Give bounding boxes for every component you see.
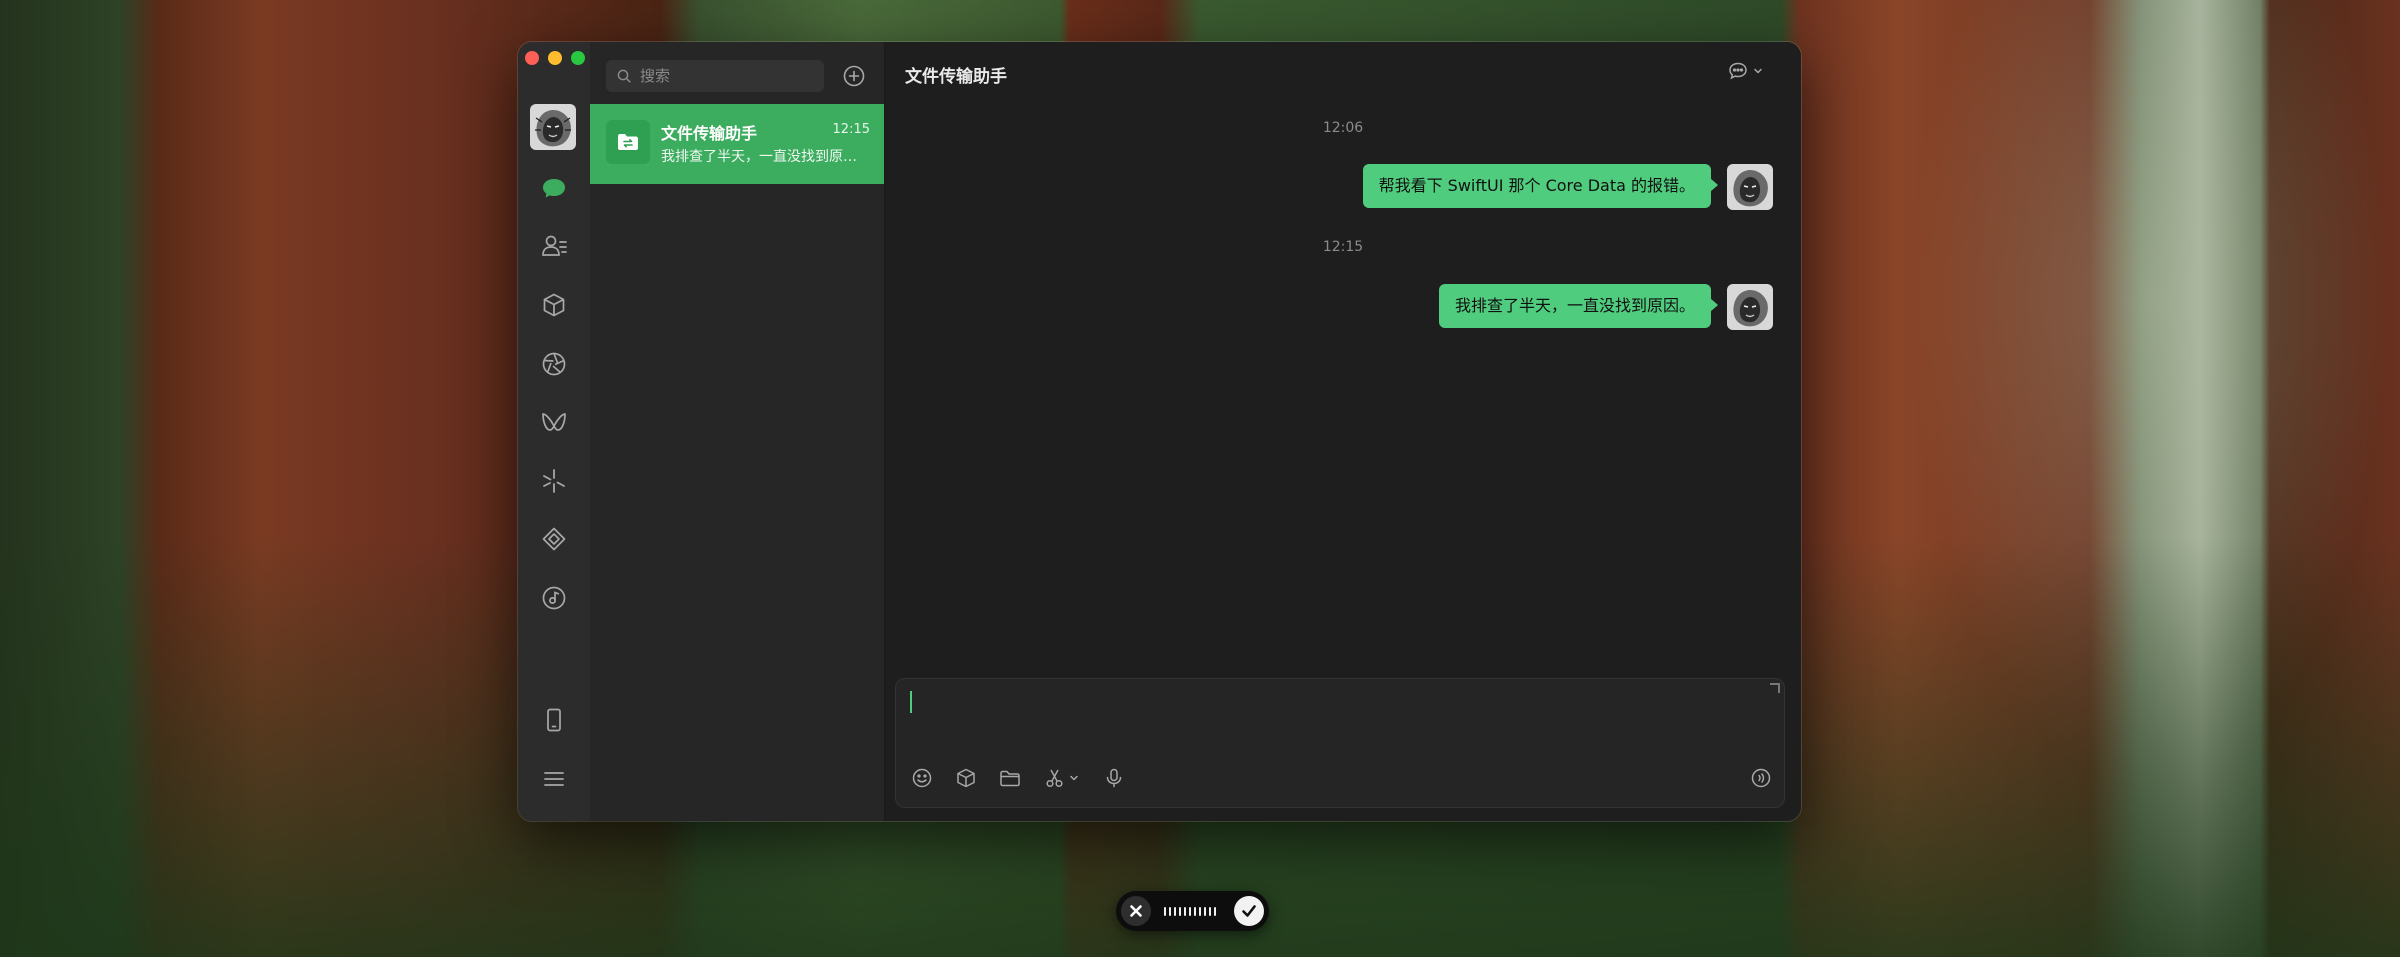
butterfly-icon bbox=[542, 413, 566, 431]
scissors-icon bbox=[1046, 769, 1063, 788]
emoji-icon bbox=[912, 768, 932, 788]
text-caret bbox=[910, 691, 912, 713]
voice-call-icon bbox=[1751, 768, 1771, 788]
chat-dots-icon bbox=[1729, 62, 1747, 80]
chat-time: 12:15 bbox=[832, 122, 870, 137]
sidebar-item-settings[interactable] bbox=[540, 765, 568, 793]
chat-name: 文件传输助手 bbox=[661, 124, 758, 143]
folder-icon bbox=[1000, 770, 1020, 787]
conversation-title: 文件传输助手 bbox=[905, 67, 1007, 87]
message-timestamp: 12:06 bbox=[1322, 120, 1364, 136]
send-file-button[interactable] bbox=[997, 765, 1023, 791]
sparkle-icon bbox=[543, 469, 565, 493]
message-avatar[interactable] bbox=[1727, 164, 1773, 210]
plus-circle-icon bbox=[843, 65, 865, 87]
wechat-window: 文件传输助手 12:15 我排查了半天，一直没找到原因。 文件传输助手 12:0… bbox=[518, 42, 1801, 821]
message-input[interactable] bbox=[910, 689, 1754, 753]
lion-avatar-icon bbox=[1727, 284, 1773, 330]
favorites-button[interactable] bbox=[953, 765, 979, 791]
cube-icon bbox=[543, 293, 565, 317]
voice-call-button[interactable] bbox=[1748, 765, 1774, 791]
message-composer bbox=[895, 678, 1785, 808]
add-chat-button[interactable] bbox=[840, 62, 868, 90]
message-row: 我排查了半天，一直没找到原因。 bbox=[1438, 284, 1773, 330]
emoji-button[interactable] bbox=[909, 765, 935, 791]
diamond-icon bbox=[542, 527, 566, 551]
lion-avatar-icon bbox=[530, 104, 576, 150]
dictation-confirm-button[interactable] bbox=[1234, 896, 1264, 926]
sidebar-rail bbox=[518, 42, 591, 821]
voice-input-button[interactable] bbox=[1101, 765, 1127, 791]
close-icon bbox=[1130, 905, 1142, 917]
phone-icon bbox=[547, 708, 561, 732]
composer-resize-handle[interactable] bbox=[1770, 683, 1780, 693]
search-box[interactable] bbox=[606, 60, 824, 92]
dictation-pill bbox=[1116, 891, 1269, 931]
sidebar-item-search[interactable] bbox=[540, 525, 568, 553]
chat-list-item[interactable]: 文件传输助手 12:15 我排查了半天，一直没找到原因。 bbox=[590, 104, 884, 184]
chat-info-button[interactable] bbox=[1727, 60, 1763, 82]
lion-avatar-icon bbox=[1727, 164, 1773, 210]
sidebar-item-phone[interactable] bbox=[540, 706, 568, 734]
microphone-icon bbox=[1106, 768, 1122, 788]
message-row: 帮我看下 SwiftUI 那个 Core Data 的报错。 bbox=[1362, 164, 1773, 210]
screenshot-button[interactable] bbox=[1041, 765, 1081, 791]
message-bubble[interactable]: 我排查了半天，一直没找到原因。 bbox=[1438, 284, 1719, 328]
chat-avatar bbox=[606, 120, 650, 164]
contacts-icon bbox=[542, 235, 567, 256]
chat-preview: 我排查了半天，一直没找到原因。 bbox=[661, 149, 861, 165]
sidebar-item-music[interactable] bbox=[540, 584, 568, 612]
aperture-icon bbox=[542, 352, 566, 376]
chat-bubble-icon bbox=[543, 179, 565, 198]
message-bubble[interactable]: 帮我看下 SwiftUI 那个 Core Data 的报错。 bbox=[1362, 164, 1719, 208]
search-input[interactable] bbox=[638, 66, 822, 86]
sidebar-item-channels[interactable] bbox=[540, 408, 568, 436]
message-avatar[interactable] bbox=[1727, 284, 1773, 330]
window-close-button[interactable] bbox=[525, 51, 539, 65]
window-maximize-button[interactable] bbox=[571, 51, 585, 65]
dictation-cancel-button[interactable] bbox=[1121, 896, 1151, 926]
search-icon bbox=[617, 69, 631, 83]
chevron-down-icon bbox=[1754, 68, 1762, 74]
cube-icon bbox=[957, 768, 975, 788]
window-minimize-button[interactable] bbox=[548, 51, 562, 65]
sidebar-item-contacts[interactable] bbox=[540, 232, 568, 260]
menu-icon bbox=[544, 772, 564, 786]
sidebar-item-chats[interactable] bbox=[540, 174, 568, 202]
conversation-panel: 文件传输助手 12:06 帮我看下 SwiftUI 那个 Core Data 的… bbox=[885, 42, 1801, 821]
checkmark-icon bbox=[1242, 905, 1256, 917]
sidebar-item-favorites[interactable] bbox=[540, 291, 568, 319]
message-timestamp: 12:15 bbox=[1322, 239, 1364, 255]
music-disc-icon bbox=[542, 586, 566, 610]
chevron-down-icon bbox=[1070, 775, 1078, 781]
folder-transfer-icon bbox=[618, 134, 638, 150]
audio-waveform bbox=[1164, 905, 1220, 917]
traffic-lights bbox=[525, 51, 585, 65]
sidebar-item-miniprograms[interactable] bbox=[540, 467, 568, 495]
chat-list-panel: 文件传输助手 12:15 我排查了半天，一直没找到原因。 bbox=[590, 42, 885, 821]
user-avatar[interactable] bbox=[530, 104, 576, 150]
sidebar-item-moments[interactable] bbox=[540, 350, 568, 378]
